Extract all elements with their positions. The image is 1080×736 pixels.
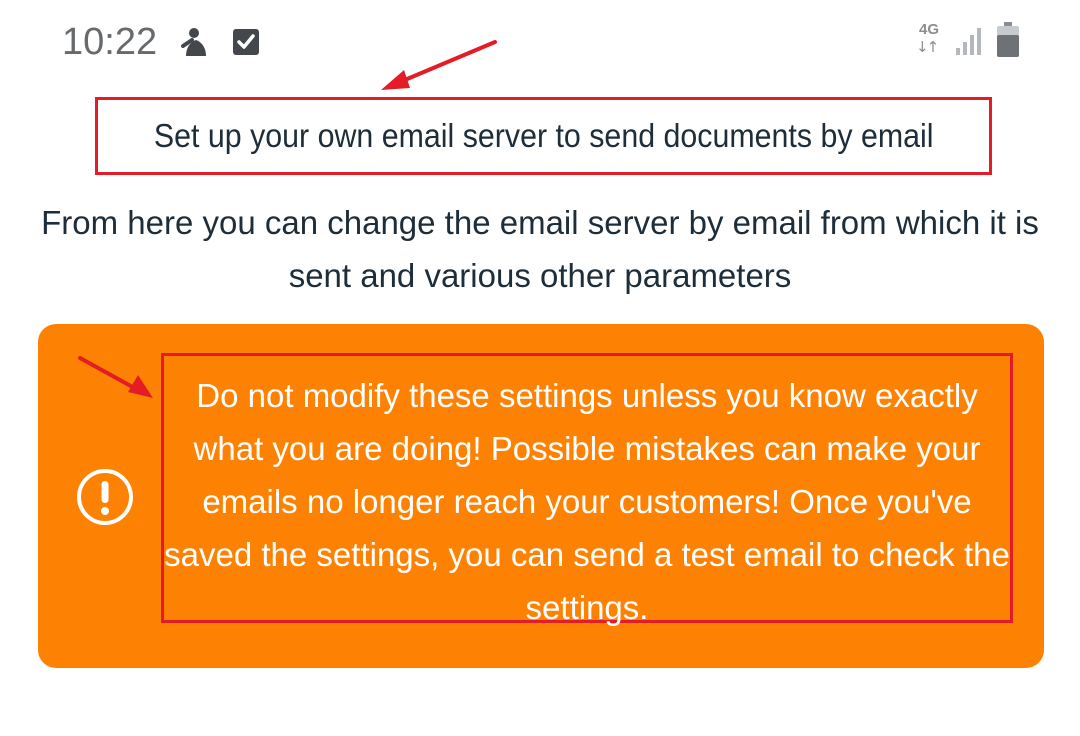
warning-text-annotation-box: Do not modify these settings unless you … xyxy=(161,353,1013,626)
battery-icon xyxy=(997,22,1019,57)
warning-message: Do not modify these settings unless you … xyxy=(164,377,1010,626)
network-type-label: 4G xyxy=(918,21,939,38)
screen: 10:22 4G ↓↑ Set up your own email server… xyxy=(0,0,1080,736)
page-title: Set up your own email server to send doc… xyxy=(153,117,934,154)
cleaner-app-icon xyxy=(181,28,206,56)
network-activity-icon: ↓↑ xyxy=(916,38,939,56)
annotation-arrow-title xyxy=(381,40,497,90)
signal-icon xyxy=(956,28,981,55)
status-time: 10:22 xyxy=(62,21,158,63)
exclamation-circle-icon xyxy=(77,469,133,525)
checkbox-icon xyxy=(233,29,259,55)
page-description: From here you can change the email serve… xyxy=(41,204,1039,294)
page-title-annotation-box: Set up your own email server to send doc… xyxy=(95,97,992,175)
warning-banner: Do not modify these settings unless you … xyxy=(38,324,1044,668)
